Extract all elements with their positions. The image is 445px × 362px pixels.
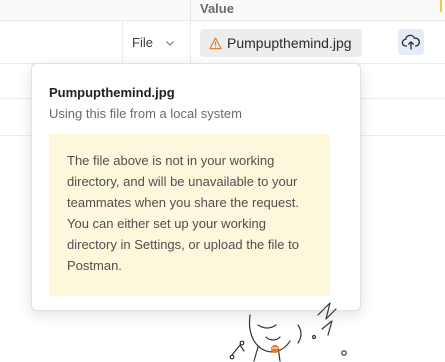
file-info-popover: Pumpupthemind.jpg Using this file from a…: [31, 63, 361, 311]
value-column-header: Value: [200, 1, 234, 16]
warning-icon: [209, 37, 222, 49]
file-name: Pumpupthemind.jpg: [227, 35, 352, 51]
astronaut-illustration: [229, 302, 347, 362]
popover-subtitle: Using this file from a local system: [49, 106, 242, 121]
cell-divider: [122, 21, 123, 63]
type-select[interactable]: File: [132, 35, 175, 50]
column-divider[interactable]: [190, 0, 191, 20]
upload-button[interactable]: [398, 29, 424, 55]
table-row: File Pumpupthemind.jpg: [0, 21, 445, 64]
cell-divider: [190, 21, 191, 63]
chevron-down-icon: [166, 40, 174, 46]
popover-title: Pumpupthemind.jpg: [49, 85, 175, 100]
file-chip[interactable]: Pumpupthemind.jpg: [200, 29, 362, 57]
column-edge-marker: [440, 0, 442, 12]
type-select-value: File: [132, 35, 153, 50]
cloud-upload-icon: [401, 34, 420, 50]
working-directory-note: The file above is not in your working di…: [49, 134, 330, 296]
table-header: Value: [0, 0, 445, 21]
